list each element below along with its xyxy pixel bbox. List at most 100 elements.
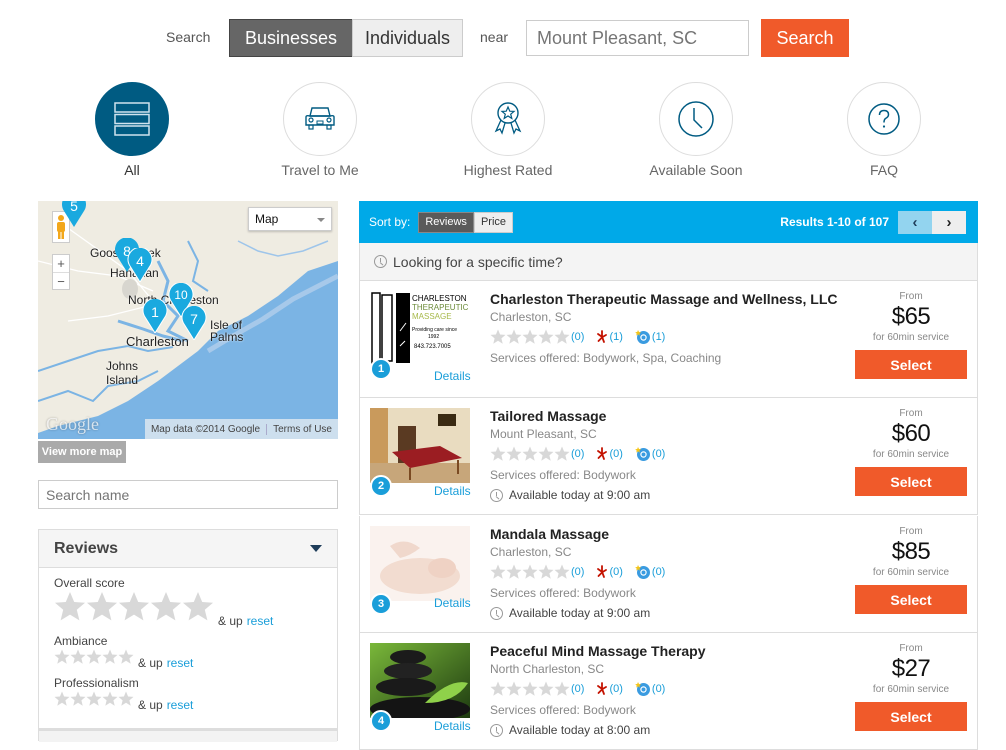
category-label: FAQ <box>869 162 898 178</box>
overall-star-rating[interactable] <box>54 591 214 628</box>
review-site-icon <box>635 447 650 461</box>
map-type-select[interactable]: Map <box>248 207 332 231</box>
other-review-count[interactable]: (1) <box>652 331 665 343</box>
specific-time-text: Looking for a specific time? <box>393 253 563 270</box>
individuals-toggle[interactable]: Individuals <box>352 19 463 57</box>
search-name-input[interactable] <box>38 480 338 509</box>
business-name[interactable]: Peaceful Mind Massage Therapy <box>490 643 706 659</box>
review-count[interactable]: (0) <box>571 566 584 578</box>
services-offered: Services offered: Bodywork <box>490 468 636 482</box>
and-up-text: & up <box>138 698 163 712</box>
review-count[interactable]: (0) <box>571 683 584 695</box>
category-faq[interactable]: FAQ <box>824 82 944 178</box>
category-highest-rated[interactable]: Highest Rated <box>448 82 568 178</box>
review-count[interactable]: (0) <box>571 331 584 343</box>
zoom-out-button[interactable]: − <box>53 273 69 290</box>
details-link[interactable]: Details <box>434 484 471 498</box>
listing-number-badge: 3 <box>370 593 392 615</box>
logo-line: 1992 <box>428 334 439 340</box>
other-review-count[interactable]: (0) <box>652 566 665 578</box>
details-link[interactable]: Details <box>434 369 471 383</box>
reset-link[interactable]: reset <box>247 614 274 628</box>
businesses-toggle[interactable]: Businesses <box>229 19 353 57</box>
price-value: $60 <box>891 420 931 447</box>
reset-link[interactable]: reset <box>167 698 194 712</box>
view-more-map-button[interactable]: View more map <box>38 441 126 463</box>
price-duration: for 60min service <box>872 449 950 460</box>
location-input[interactable] <box>526 20 749 56</box>
select-button[interactable]: Select <box>855 585 967 614</box>
map-marker[interactable]: 4 <box>127 246 153 283</box>
yelp-icon <box>597 682 608 695</box>
details-link[interactable]: Details <box>434 719 471 733</box>
listing-thumbnail[interactable] <box>370 643 470 718</box>
price-from-label: From <box>899 408 923 419</box>
yelp-count[interactable]: (0) <box>609 683 622 695</box>
review-count[interactable]: (0) <box>571 448 584 460</box>
map-data-text: Map data ©2014 Google <box>150 423 261 435</box>
map-marker[interactable]: 1 <box>142 297 168 334</box>
details-link[interactable]: Details <box>434 596 471 610</box>
availability: Available today at 8:00 am <box>490 723 650 737</box>
star-rating-icon <box>490 564 570 579</box>
yelp-count[interactable]: (1) <box>609 331 622 343</box>
chevron-right-icon: › <box>946 214 952 231</box>
yelp-count[interactable]: (0) <box>609 448 622 460</box>
map[interactable]: + − Goose Creek Hanahan North Charleston… <box>38 201 338 439</box>
results-count: Results 1-10 of 107 <box>780 215 889 229</box>
zoom-in-button[interactable]: + <box>53 255 69 273</box>
availability-text: Available today at 9:00 am <box>509 606 651 620</box>
ratings-row: (0) (0) (0) <box>490 564 677 580</box>
select-button[interactable]: Select <box>855 467 967 496</box>
category-all[interactable]: All <box>72 82 192 178</box>
availability-text: Available today at 8:00 am <box>509 723 651 737</box>
business-name[interactable]: Charleston Therapeutic Massage and Welln… <box>490 291 838 307</box>
map-place-label: Johns Island <box>106 359 139 387</box>
filter-label: Ambiance <box>54 634 108 648</box>
star-rating-icon <box>54 691 134 706</box>
price-value: $27 <box>891 655 931 682</box>
reset-link[interactable]: reset <box>167 656 194 670</box>
select-button[interactable]: Select <box>855 350 967 379</box>
professionalism-star-rating[interactable] <box>54 691 134 712</box>
ambiance-star-rating[interactable] <box>54 649 134 670</box>
prev-page-button[interactable]: ‹ <box>898 211 932 234</box>
listing-thumbnail[interactable] <box>370 408 470 483</box>
other-review-count[interactable]: (0) <box>652 448 665 460</box>
chevron-left-icon: ‹ <box>912 214 918 231</box>
yelp-count[interactable]: (0) <box>609 566 622 578</box>
reviews-filter-title: Reviews <box>54 539 119 557</box>
search-label: Search <box>166 29 211 45</box>
yelp-icon <box>597 565 608 578</box>
category-travel-to-me[interactable]: Travel to Me <box>260 82 380 178</box>
caret-down-icon[interactable] <box>310 545 322 552</box>
business-name[interactable]: Tailored Massage <box>490 408 606 424</box>
services-offered: Services offered: Bodywork <box>490 586 636 600</box>
business-photo <box>370 408 470 483</box>
other-review-count[interactable]: (0) <box>652 683 665 695</box>
next-filter-header[interactable] <box>39 728 337 742</box>
logo-line: Providing care since <box>412 327 457 333</box>
listing-thumbnail[interactable]: CHARLESTON THERAPEUTIC MASSAGE Providing… <box>370 291 470 366</box>
reviews-filter-header[interactable]: Reviews <box>39 530 337 568</box>
next-page-button[interactable]: › <box>932 211 966 234</box>
price-block: From $27 for 60min service Select <box>855 643 967 731</box>
map-marker[interactable]: 5 <box>61 201 87 227</box>
star-rating-icon <box>490 681 570 696</box>
sort-price-button[interactable]: Price <box>473 211 513 233</box>
terms-of-use-link[interactable]: Terms of Use <box>266 423 338 435</box>
category-available-soon[interactable]: Available Soon <box>636 82 756 178</box>
clock-icon <box>678 101 714 137</box>
search-button[interactable]: Search <box>761 19 849 57</box>
select-button[interactable]: Select <box>855 702 967 731</box>
ratings-row: (0) (0) (0) <box>490 446 677 462</box>
availability: Available today at 9:00 am <box>490 488 650 502</box>
business-name[interactable]: Mandala Massage <box>490 526 609 542</box>
listing-thumbnail[interactable] <box>370 526 470 601</box>
price-block: From $85 for 60min service Select <box>855 526 967 614</box>
map-marker[interactable]: 7 <box>181 304 207 341</box>
sort-reviews-button[interactable]: Reviews <box>418 211 474 233</box>
filter-label: Overall score <box>54 576 125 590</box>
specific-time-toggle[interactable]: Looking for a specific time? <box>359 243 978 281</box>
business-city: Mount Pleasant, SC <box>490 427 597 441</box>
